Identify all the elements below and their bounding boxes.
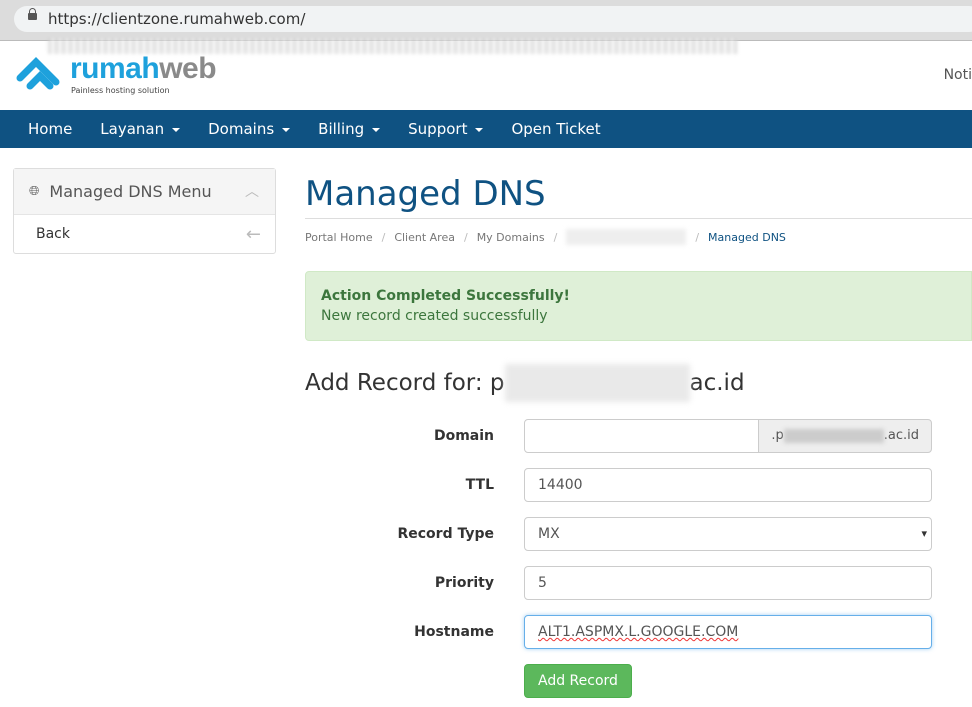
alert-title: Action Completed Successfully! xyxy=(321,288,570,304)
heading-suffix: ac.id xyxy=(689,370,745,396)
add-record-heading: Add Record for: p ac.id xyxy=(305,363,972,403)
nav-label: Home xyxy=(28,120,73,138)
address-bar[interactable]: https://clientzone.rumahweb.com/ xyxy=(14,6,972,54)
domain-label: Domain xyxy=(433,428,494,444)
logo[interactable]: rumahweb Painless hosting solution xyxy=(16,52,217,100)
breadcrumb: Portal Home / Client Area / My Domains / / … xyxy=(305,229,972,245)
suffix-start: .p xyxy=(771,428,784,443)
url-text: https://clientzone.rumahweb.com/ xyxy=(48,10,306,28)
nav-open-ticket[interactable]: Open Ticket xyxy=(497,120,614,138)
sidebar-panel: 🌐︎ Managed DNS Menu ︿ Back ← xyxy=(13,168,276,254)
breadcrumb-portal-home[interactable]: Portal Home xyxy=(305,231,373,244)
nav-label: Billing xyxy=(318,120,365,138)
breadcrumb-current: Managed DNS xyxy=(708,230,786,244)
record-type-value: MX xyxy=(538,526,560,542)
breadcrumb-separator: / xyxy=(463,230,468,244)
brand-name-a: rumah xyxy=(70,52,160,85)
breadcrumb-domain-redacted[interactable] xyxy=(566,229,687,245)
priority-label: Priority xyxy=(434,575,494,591)
ttl-label: TTL xyxy=(465,477,494,493)
ttl-input[interactable]: 14400 xyxy=(524,468,932,502)
page-title: Managed DNS xyxy=(305,168,972,219)
breadcrumb-client-area[interactable]: Client Area xyxy=(394,231,455,244)
logo-icon xyxy=(16,57,60,90)
nav-label: Open Ticket xyxy=(511,120,601,138)
nav-label: Support xyxy=(408,120,468,138)
brand-tagline: Painless hosting solution xyxy=(71,86,170,95)
lock-icon xyxy=(28,8,37,20)
main-content: Managed DNS Portal Home / Client Area / My… xyxy=(305,168,972,698)
chevron-up-icon[interactable]: ︿ xyxy=(245,181,259,201)
breadcrumb-separator: / xyxy=(553,230,558,244)
breadcrumb-separator: / xyxy=(695,230,700,244)
sidebar-item-label: Back xyxy=(36,226,70,242)
brand-name-b: web xyxy=(159,52,217,85)
nav-layanan[interactable]: Layanan xyxy=(86,120,194,138)
notifications-link[interactable]: Noti xyxy=(944,67,972,83)
site-header: rumahweb Painless hosting solution Noti xyxy=(0,41,972,110)
sidebar-item-back[interactable]: Back ← xyxy=(14,215,275,253)
breadcrumb-separator: / xyxy=(381,230,386,244)
heading-prefix: Add Record for: p xyxy=(305,370,505,396)
domain-input[interactable] xyxy=(524,419,764,453)
hostname-label: Hostname xyxy=(414,624,494,640)
domain-suffix: .p .ac.id xyxy=(758,419,932,453)
sidebar-title: Managed DNS Menu xyxy=(49,182,212,201)
nav-label: Layanan xyxy=(100,120,165,138)
nav-label: Domains xyxy=(208,120,275,138)
hostname-input[interactable]: ALT1.ASPMX.L.GOOGLE.COM xyxy=(524,615,932,649)
brand-name: rumahweb xyxy=(70,52,217,86)
caret-down-icon xyxy=(372,127,381,132)
priority-input[interactable]: 5 xyxy=(524,566,932,600)
success-alert: Action Completed Successfully! New recor… xyxy=(305,271,972,341)
suffix-end: .ac.id xyxy=(883,428,919,443)
caret-down-icon xyxy=(475,127,484,132)
alert-message: New record created successfully xyxy=(321,308,548,324)
sidebar-header[interactable]: 🌐︎ Managed DNS Menu ︿ xyxy=(14,169,275,215)
nav-domains[interactable]: Domains xyxy=(194,120,304,138)
nav-support[interactable]: Support xyxy=(394,120,497,138)
record-type-select[interactable]: MX xyxy=(524,517,932,551)
breadcrumb-my-domains[interactable]: My Domains xyxy=(477,231,545,244)
nav-home[interactable]: Home xyxy=(14,120,86,138)
globe-icon: 🌐︎ xyxy=(29,184,40,199)
caret-down-icon xyxy=(282,127,291,132)
domain-redacted xyxy=(504,364,690,402)
caret-down-icon xyxy=(172,127,181,132)
arrow-left-icon: ← xyxy=(245,223,261,245)
record-type-label: Record Type xyxy=(397,526,494,542)
add-record-button[interactable]: Add Record xyxy=(524,664,632,698)
suffix-redacted xyxy=(783,428,884,443)
nav-billing[interactable]: Billing xyxy=(304,120,394,138)
hostname-value: ALT1.ASPMX.L.GOOGLE.COM xyxy=(538,624,739,640)
main-nav: Home Layanan Domains Billing Support Ope… xyxy=(0,110,972,148)
browser-toolbar: https://clientzone.rumahweb.com/ xyxy=(0,0,972,54)
